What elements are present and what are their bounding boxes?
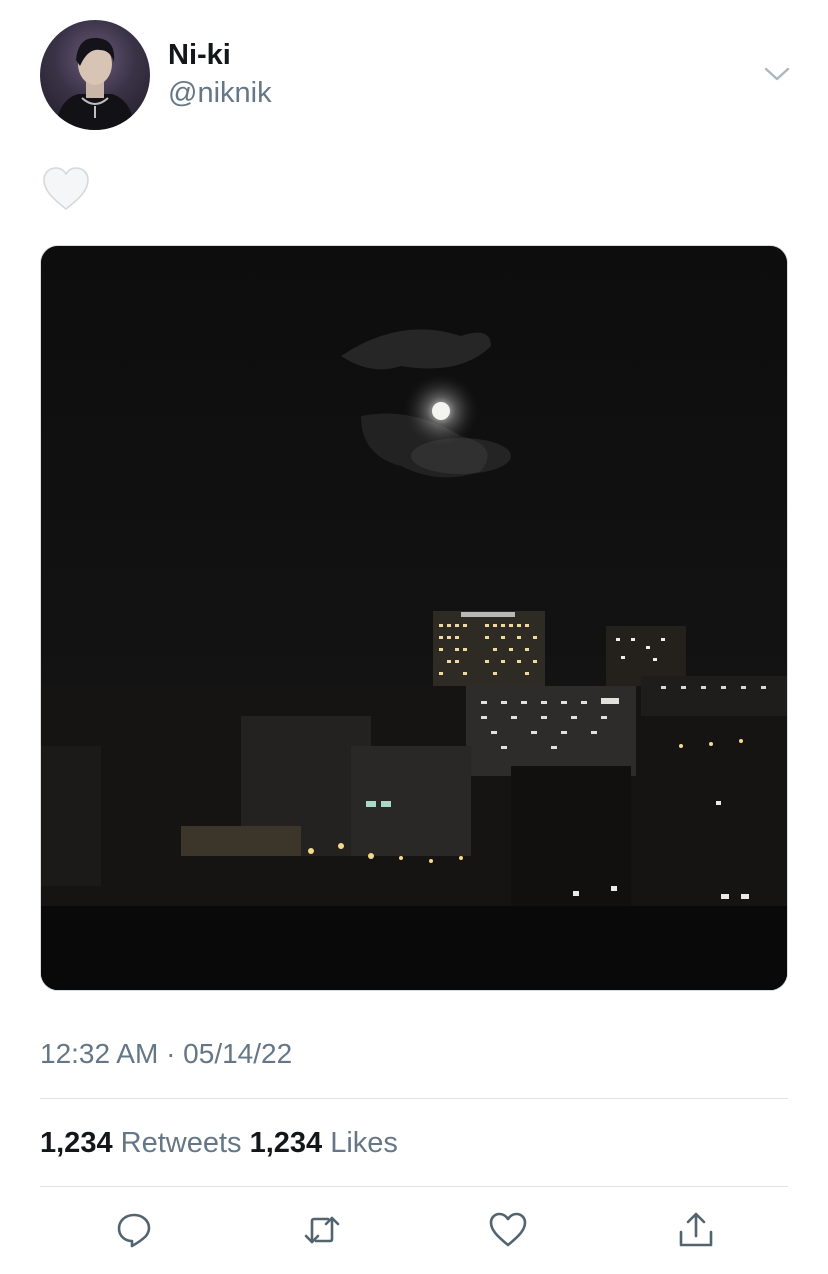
tweet-header: Ni-ki @niknik [40,20,790,132]
retweet-icon [304,1216,340,1244]
share-button[interactable] [670,1204,722,1256]
retweets-count: 1,234 [40,1127,113,1159]
like-button[interactable] [482,1204,534,1256]
avatar[interactable] [40,20,150,130]
user-handle[interactable]: @niknik [168,76,272,110]
likes-label: Likes [330,1127,398,1159]
author-names: Ni-ki @niknik [168,38,272,110]
action-bar [40,1204,788,1256]
reply-button[interactable] [108,1204,160,1256]
engagement-stats: 1,234 Retweets 1,234 Likes [40,1124,398,1162]
heart-icon [489,1212,527,1247]
likes-stat[interactable]: 1,234 Likes [250,1127,398,1159]
divider [40,1186,788,1187]
tweet-timestamp[interactable]: 12:32 AM · 05/14/22 [40,1036,292,1072]
retweets-label: Retweets [120,1127,242,1159]
divider [40,1098,788,1099]
retweet-button[interactable] [296,1204,348,1256]
display-name[interactable]: Ni-ki [168,38,272,72]
tweet-photo[interactable] [40,245,788,991]
likes-count: 1,234 [249,1127,323,1159]
white-heart-icon [42,166,90,212]
share-icon [679,1212,713,1247]
chevron-down-icon[interactable] [764,64,790,84]
retweets-stat[interactable]: 1,234 Retweets [40,1127,242,1159]
reply-icon [117,1213,151,1248]
